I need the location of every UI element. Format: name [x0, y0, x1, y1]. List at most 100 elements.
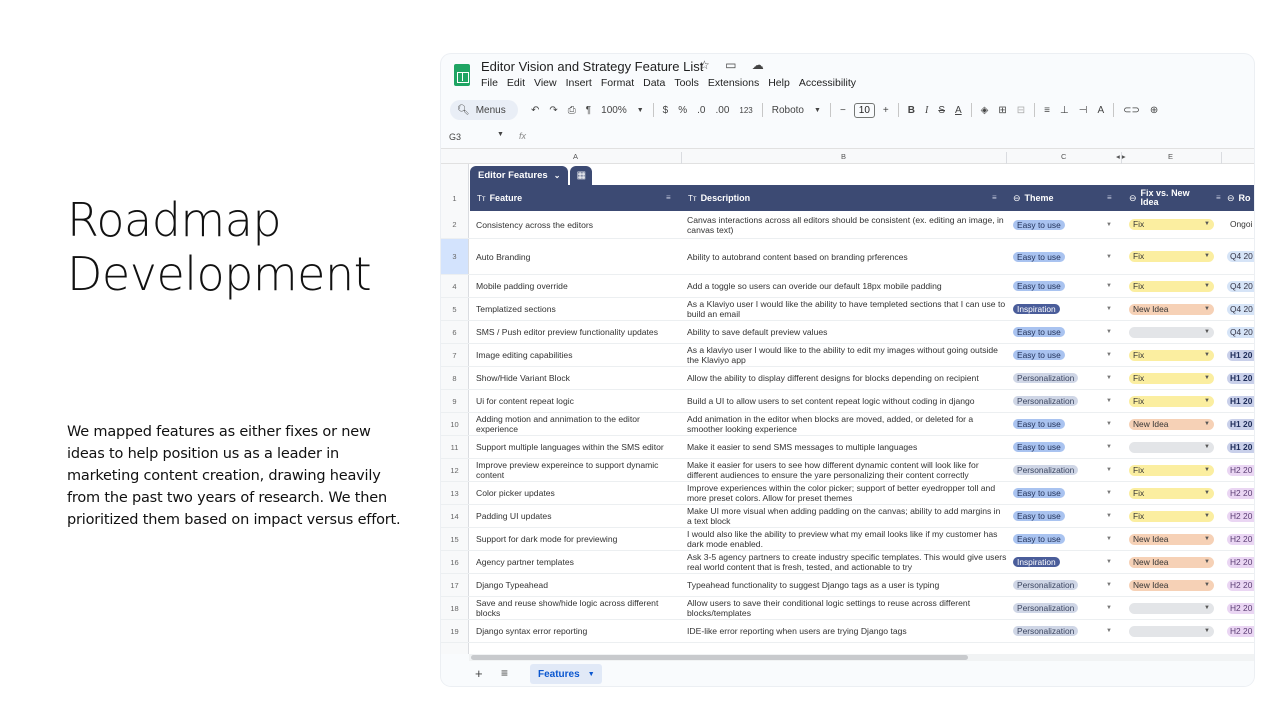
row-number[interactable]: 15 — [441, 528, 469, 550]
theme-cell[interactable]: Easy to use ▼ — [1013, 344, 1125, 366]
scrollbar-thumb[interactable] — [471, 655, 968, 660]
row-number[interactable]: 17 — [441, 574, 469, 596]
fix-dropdown[interactable]: Fix ▼ — [1129, 219, 1214, 230]
increase-decimal-button[interactable]: .00 — [710, 105, 734, 116]
chevron-down-icon[interactable]: ▼ — [497, 131, 504, 138]
feature-cell[interactable]: Support multiple languages within the SM… — [476, 436, 684, 458]
text-rotation-icon[interactable]: A — [1092, 105, 1109, 116]
description-cell[interactable]: Ability to autobrand content based on br… — [687, 239, 1007, 274]
menu-edit[interactable]: Edit — [507, 77, 525, 89]
comment-icon[interactable]: ⊕ — [1145, 105, 1163, 116]
fill-color-icon[interactable]: ◈ — [976, 105, 994, 116]
filter-icon[interactable]: ≡ — [992, 193, 997, 202]
header-roadmap[interactable]: ⊖ Ro — [1227, 185, 1251, 211]
chevron-down-icon[interactable]: ▼ — [1106, 603, 1112, 613]
table-row[interactable]: 15 Support for dark mode for previewing I … — [441, 528, 1254, 551]
theme-cell[interactable]: Personalization ▼ — [1013, 597, 1125, 619]
roadmap-cell[interactable]: H2 20 — [1227, 620, 1254, 642]
chevron-down-icon[interactable]: ▼ — [1106, 220, 1112, 230]
description-cell[interactable]: Make UI more visual when adding padding … — [687, 505, 1007, 527]
table-row[interactable]: 12 Improve preview expereince to support … — [441, 459, 1254, 482]
fix-dropdown[interactable]: Fix ▼ — [1129, 464, 1214, 476]
fix-vs-new-idea-cell[interactable]: Fix ▼ — [1129, 459, 1227, 481]
column-header-b[interactable]: B — [841, 152, 846, 161]
roadmap-cell[interactable]: H1 20 — [1227, 413, 1254, 435]
row-number-1[interactable]: 1 — [441, 185, 469, 211]
fix-vs-new-idea-cell[interactable]: ▼ — [1129, 620, 1227, 642]
description-cell[interactable]: Typeahead functionality to suggest Djang… — [687, 574, 1007, 596]
all-sheets-icon[interactable]: ≡ — [501, 666, 508, 680]
table-row[interactable]: 4 Mobile padding override Add a toggle so … — [441, 275, 1254, 298]
row-number[interactable]: 14 — [441, 505, 469, 527]
menu-view[interactable]: View — [534, 77, 557, 89]
theme-cell[interactable]: Easy to use ▼ — [1013, 482, 1125, 504]
fix-vs-new-idea-cell[interactable]: New Idea ▼ — [1129, 574, 1227, 596]
chevron-down-icon[interactable]: ▼ — [1106, 534, 1112, 544]
table-row[interactable]: 11 Support multiple languages within the … — [441, 436, 1254, 459]
roadmap-cell[interactable]: H2 20 — [1227, 528, 1254, 550]
table-row[interactable]: 18 Save and reuse show/hide logic across … — [441, 597, 1254, 620]
fix-dropdown[interactable]: New Idea ▼ — [1129, 418, 1214, 430]
feature-cell[interactable]: Consistency across the editors — [476, 211, 684, 238]
description-cell[interactable]: Allow the ability to display different d… — [687, 367, 1007, 389]
fix-vs-new-idea-cell[interactable]: Fix ▼ — [1129, 367, 1227, 389]
paint-format-icon[interactable]: ¶ — [581, 105, 596, 116]
table-tab-editor-features[interactable]: Editor Features ⌄ — [470, 166, 569, 185]
fix-vs-new-idea-cell[interactable]: Fix ▼ — [1129, 482, 1227, 504]
theme-cell[interactable]: Easy to use ▼ — [1013, 275, 1125, 297]
row-number[interactable]: 12 — [441, 459, 469, 481]
description-cell[interactable]: Add a toggle so users can overide our de… — [687, 275, 1007, 297]
chevron-down-icon[interactable]: ▼ — [1106, 350, 1112, 360]
row-number[interactable]: 6 — [441, 321, 469, 343]
column-header-e[interactable]: E — [1168, 152, 1173, 161]
menu-insert[interactable]: Insert — [566, 77, 592, 89]
title-actions-icons[interactable]: ☆ ▭ ☁ — [699, 58, 770, 72]
row-number[interactable]: 3 — [441, 239, 469, 274]
filter-icon[interactable]: ≡ — [1107, 193, 1112, 202]
bold-icon[interactable]: B — [903, 105, 920, 116]
menu-file[interactable]: File — [481, 77, 498, 89]
roadmap-cell[interactable]: H1 20 — [1227, 390, 1254, 412]
description-cell[interactable]: Make it easier for users to see how diff… — [687, 459, 1007, 481]
fix-dropdown[interactable]: Fix ▼ — [1129, 349, 1214, 361]
feature-cell[interactable]: SMS / Push editor preview functionality … — [476, 321, 684, 343]
row-number[interactable]: 10 — [441, 413, 469, 435]
fix-vs-new-idea-cell[interactable]: Fix ▼ — [1129, 390, 1227, 412]
fix-dropdown[interactable]: ▼ — [1129, 326, 1214, 338]
header-feature[interactable]: Tт Feature — [477, 185, 522, 211]
fix-dropdown[interactable]: New Idea ▼ — [1129, 303, 1214, 315]
horizontal-scrollbar[interactable] — [469, 654, 1254, 661]
table-row[interactable]: 5 Templatized sections As a Klaviyo user I… — [441, 298, 1254, 321]
fix-vs-new-idea-cell[interactable]: New Idea ▼ — [1129, 528, 1227, 550]
theme-cell[interactable]: Personalization ▼ — [1013, 367, 1125, 389]
fix-dropdown[interactable]: Fix ▼ — [1129, 510, 1214, 522]
column-header-a[interactable]: A — [573, 152, 578, 161]
menu-help[interactable]: Help — [768, 77, 790, 89]
fix-vs-new-idea-cell[interactable]: ▼ — [1129, 436, 1227, 458]
description-cell[interactable]: I would also like the ability to preview… — [687, 528, 1007, 550]
fix-vs-new-idea-cell[interactable]: Fix ▼ — [1129, 275, 1227, 297]
hidden-columns-arrows-icon[interactable]: ◂ ▸ — [1116, 152, 1126, 161]
add-sheet-icon[interactable]: + — [475, 666, 483, 681]
borders-icon[interactable]: ⊞ — [993, 105, 1011, 116]
undo-icon[interactable]: ↶ — [526, 105, 544, 116]
chevron-down-icon[interactable]: ▼ — [1106, 304, 1112, 314]
description-cell[interactable]: IDE-like error reporting when users are … — [687, 620, 1007, 642]
roadmap-cell[interactable]: H1 20 — [1227, 367, 1254, 389]
theme-cell[interactable]: Personalization ▼ — [1013, 620, 1125, 642]
feature-cell[interactable]: Django Typeahead — [476, 574, 684, 596]
row-number[interactable]: 8 — [441, 367, 469, 389]
description-cell[interactable]: As a Klaviyo user I would like the abili… — [687, 298, 1007, 320]
table-row[interactable]: 14 Padding UI updates Make UI more visual … — [441, 505, 1254, 528]
row-number[interactable]: 11 — [441, 436, 469, 458]
row-number[interactable]: 5 — [441, 298, 469, 320]
theme-cell[interactable]: Inspiration ▼ — [1013, 298, 1125, 320]
row-number[interactable]: 16 — [441, 551, 469, 573]
feature-cell[interactable]: Django syntax error reporting — [476, 620, 684, 642]
filter-icon[interactable]: ≡ — [666, 193, 671, 202]
feature-cell[interactable]: Support for dark mode for previewing — [476, 528, 684, 550]
chevron-down-icon[interactable]: ▼ — [809, 107, 826, 114]
fix-dropdown[interactable]: New Idea ▼ — [1129, 579, 1214, 591]
row-number[interactable]: 18 — [441, 597, 469, 619]
italic-icon[interactable]: I — [920, 105, 933, 116]
